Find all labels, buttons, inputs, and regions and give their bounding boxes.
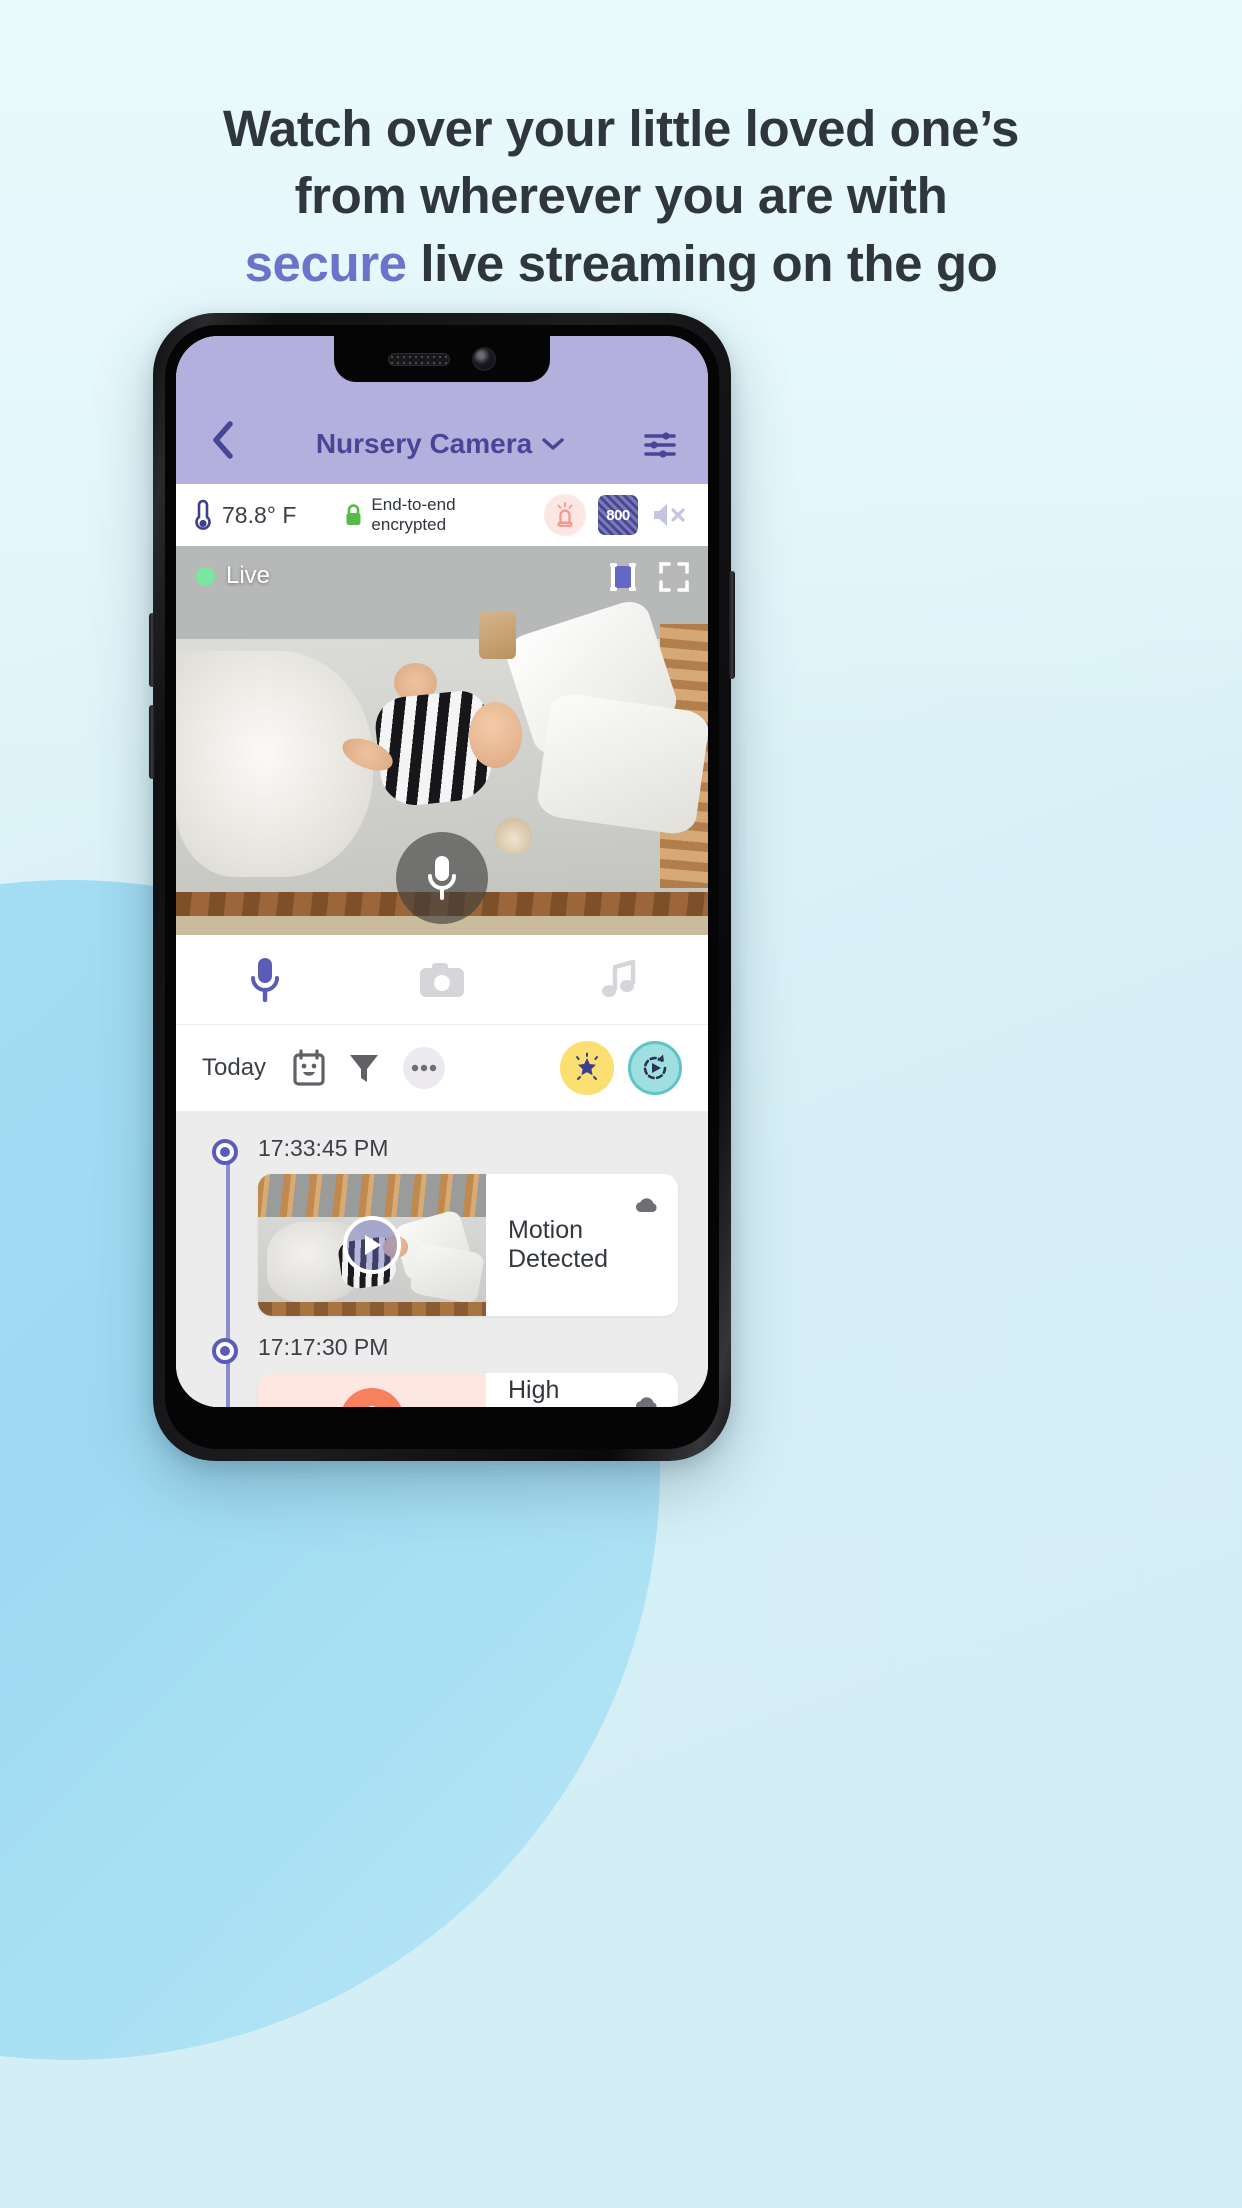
sparkle-star-icon [576, 1052, 598, 1080]
live-video-view[interactable]: Live [176, 546, 708, 935]
picture-in-picture-icon [610, 563, 636, 591]
live-status-badge: Live [196, 562, 270, 590]
push-to-talk-button[interactable] [396, 832, 488, 924]
replay-icon [643, 1054, 667, 1080]
today-label[interactable]: Today [202, 1054, 266, 1082]
thermometer-icon [368, 1405, 376, 1407]
camera-name-dropdown[interactable]: Nursery Camera [242, 428, 638, 460]
action-tab-bar [176, 935, 708, 1025]
alarm-button[interactable] [544, 494, 586, 536]
encryption-indicator: End-to-end encrypted [344, 495, 456, 535]
encryption-label: End-to-end encrypted [371, 495, 455, 535]
earpiece-speaker-icon [388, 352, 450, 366]
timeline-event: 17:17:30 PM High Temperature [176, 1334, 708, 1407]
timeline-marker-icon [212, 1139, 238, 1165]
alarm-siren-icon [557, 502, 573, 527]
filter-button[interactable] [348, 1051, 380, 1085]
event-title: Motion Detected [508, 1216, 609, 1273]
more-options-button[interactable] [402, 1046, 446, 1090]
headline-line-1: Watch over your little loved one’s [223, 100, 1019, 157]
event-time: 17:33:45 PM [258, 1135, 389, 1161]
camera-name-label: Nursery Camera [315, 428, 533, 459]
ellipsis-icon [403, 1047, 446, 1089]
lullaby-tab[interactable] [531, 959, 708, 1001]
snapshot-tab[interactable] [353, 960, 530, 1000]
event-timeline[interactable]: 17:33:45 PM Motion Detected 17:17:30 PM … [176, 1111, 708, 1407]
fullscreen-button[interactable] [658, 561, 690, 593]
play-button[interactable] [343, 1216, 401, 1274]
calendar-button[interactable] [292, 1049, 326, 1087]
front-camera-icon [472, 347, 496, 371]
power-button[interactable] [729, 571, 735, 679]
settings-button[interactable] [638, 430, 682, 460]
funnel-icon [350, 1055, 379, 1082]
cloud-icon [635, 1198, 657, 1212]
headline-line-2: from wherever you are with [294, 167, 948, 225]
phone-mockup: Nursery Camera 78.8° F End-to-end encryp… [149, 313, 735, 1461]
phone-screen: Nursery Camera 78.8° F End-to-end encryp… [176, 336, 708, 1407]
cloud-icon [635, 1397, 657, 1407]
speaker-mute-icon [654, 504, 685, 526]
event-thumbnail[interactable] [258, 1174, 486, 1316]
live-dot-icon [196, 566, 215, 586]
live-label: Live [226, 562, 271, 589]
phone-notch [334, 336, 550, 382]
fullscreen-icon [659, 562, 689, 592]
back-button[interactable] [202, 420, 242, 460]
status-strip: 78.8° F End-to-end encrypted 800 [176, 484, 708, 546]
headline-accent-word: secure [244, 234, 407, 292]
cloud-sync-status [634, 1395, 660, 1407]
talk-tab[interactable] [176, 955, 353, 1005]
chevron-left-icon [213, 421, 233, 459]
headline-line-3: secure live streaming on the go [0, 230, 1242, 297]
volume-down-button[interactable] [149, 705, 155, 779]
calendar-smile-icon [293, 1049, 325, 1086]
encryption-line-1: End-to-end [371, 494, 456, 514]
mute-button[interactable] [650, 500, 690, 530]
replay-button[interactable] [628, 1041, 682, 1095]
event-card[interactable]: High Temperature 26°C detected [258, 1373, 678, 1407]
cloud-sync-status [634, 1196, 660, 1214]
lock-icon [346, 504, 361, 525]
timeline-view-toggles [560, 1041, 682, 1095]
status-actions: 800 [544, 494, 690, 536]
event-card[interactable]: Motion Detected [258, 1174, 678, 1316]
chevron-down-icon [542, 438, 564, 450]
temperature-readout: 78.8° F [194, 498, 296, 532]
music-note-icon [602, 959, 636, 997]
encryption-line-2: encrypted [371, 515, 447, 534]
temperature-value: 78.8° F [222, 501, 297, 528]
timeline-marker-icon [212, 1338, 238, 1364]
headline-line-3-rest: live streaming on the go [406, 234, 998, 292]
video-quality-button[interactable]: 800 [598, 495, 638, 535]
page-title: Watch over your little loved one’s from … [0, 95, 1242, 297]
highlights-button[interactable] [560, 1041, 614, 1095]
video-quality-label: 800 [606, 506, 630, 524]
camera-icon [419, 962, 464, 997]
thermometer-icon [195, 499, 211, 530]
picture-in-picture-button[interactable] [606, 560, 640, 594]
microphone-icon [250, 957, 279, 1002]
timeline-event: 17:33:45 PM Motion Detected [176, 1135, 708, 1316]
microphone-icon [428, 856, 456, 900]
phone-bezel: Nursery Camera 78.8° F End-to-end encryp… [165, 325, 719, 1449]
event-thumbnail [258, 1373, 486, 1407]
volume-up-button[interactable] [149, 613, 155, 687]
play-icon [365, 1235, 381, 1255]
event-time: 17:17:30 PM [258, 1334, 389, 1360]
video-controls [606, 560, 690, 594]
sliders-icon [644, 432, 676, 458]
temperature-badge [340, 1388, 404, 1407]
timeline-filter-bar: Today [176, 1025, 708, 1111]
